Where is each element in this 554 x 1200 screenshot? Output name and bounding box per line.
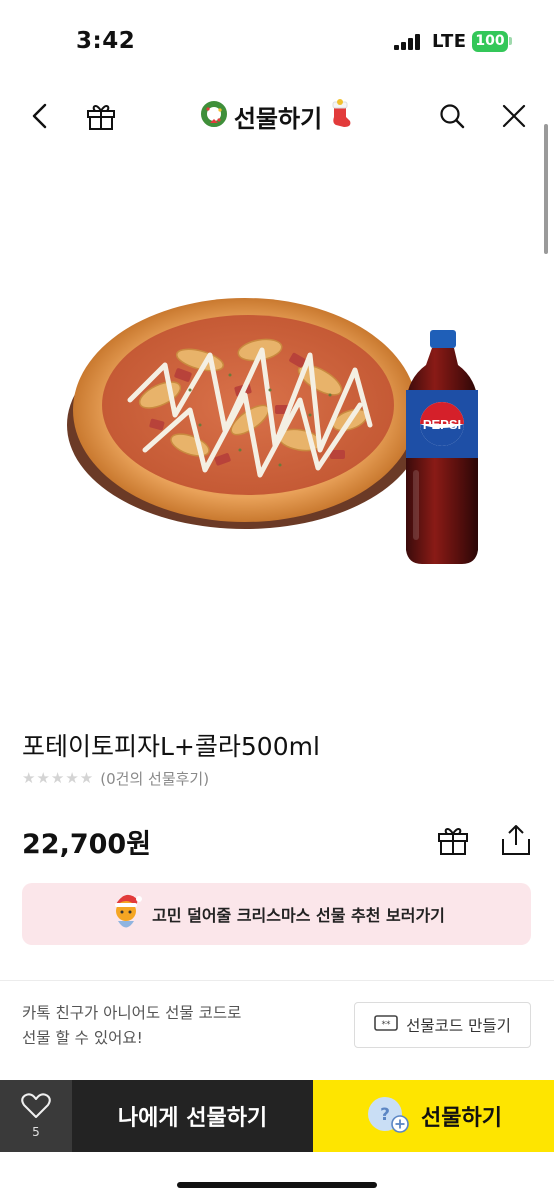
friend-add-icon: ? [365, 1095, 411, 1137]
gift-code-button-label: 선물코드 만들기 [406, 1017, 511, 1035]
review-count: (0건의 선물후기) [100, 769, 210, 788]
gift-code-button[interactable]: ** 선물코드 만들기 [354, 1002, 531, 1048]
gift-sock-icon [328, 99, 354, 133]
banner-text: 고민 덜어줄 크리스마스 선물 추천 보러가기 [152, 906, 445, 925]
wreath-icon [200, 100, 228, 132]
santa-character-icon [108, 890, 144, 938]
ticket-icon: ** [374, 1014, 398, 1036]
home-indicator [177, 1182, 377, 1188]
like-button[interactable]: 5 [0, 1080, 72, 1152]
bottom-action-bar: 5 나에게 선물하기 ? 선물하기 [0, 1080, 554, 1152]
rating-row[interactable]: ★★★★★ (0건의 선물후기) [22, 766, 209, 790]
nav-bar: 선물하기 [0, 86, 554, 146]
gift-button-label: 선물하기 [421, 1106, 502, 1131]
christmas-banner[interactable]: 고민 덜어줄 크리스마스 선물 추천 보러가기 [22, 883, 531, 945]
gift-code-info-line-1: 카톡 친구가 아니어도 선물 코드로 [22, 1004, 242, 1022]
svg-text:?: ? [380, 1105, 390, 1125]
gift-to-self-label: 나에게 선물하기 [117, 1106, 268, 1131]
status-time: 3:42 [76, 28, 136, 54]
battery-icon: 100 [472, 31, 508, 52]
share-icon[interactable] [498, 822, 534, 858]
close-icon[interactable] [496, 98, 532, 134]
product-price: 22,700원 [22, 829, 152, 860]
gift-code-info: 카톡 친구가 아니어도 선물 코드로 선물 할 수 있어요! [22, 1001, 241, 1051]
status-bar: 3:42 LTE 100 [0, 0, 554, 84]
battery-tip [509, 37, 512, 45]
product-image: PEPSI [0, 150, 554, 690]
rating-stars-icon: ★★★★★ [22, 769, 95, 787]
product-name: 포테이토피자L+콜라500ml [22, 732, 320, 761]
network-label: LTE [432, 31, 467, 52]
signal-icon [394, 34, 422, 50]
pepsi-label: PEPSI [423, 417, 461, 432]
divider [0, 980, 554, 981]
svg-text:**: ** [382, 1020, 392, 1030]
gift-code-info-line-2: 선물 할 수 있어요! [22, 1029, 143, 1047]
gift-wrap-icon[interactable] [435, 822, 471, 858]
search-icon[interactable] [434, 98, 470, 134]
gift-to-self-button[interactable]: 나에게 선물하기 [72, 1080, 313, 1152]
gift-button[interactable]: ? 선물하기 [313, 1080, 554, 1152]
like-count: 5 [32, 1125, 40, 1139]
cola-bottle: PEPSI [406, 330, 478, 564]
heart-icon [21, 1093, 51, 1123]
page-title: 선물하기 [233, 104, 323, 133]
